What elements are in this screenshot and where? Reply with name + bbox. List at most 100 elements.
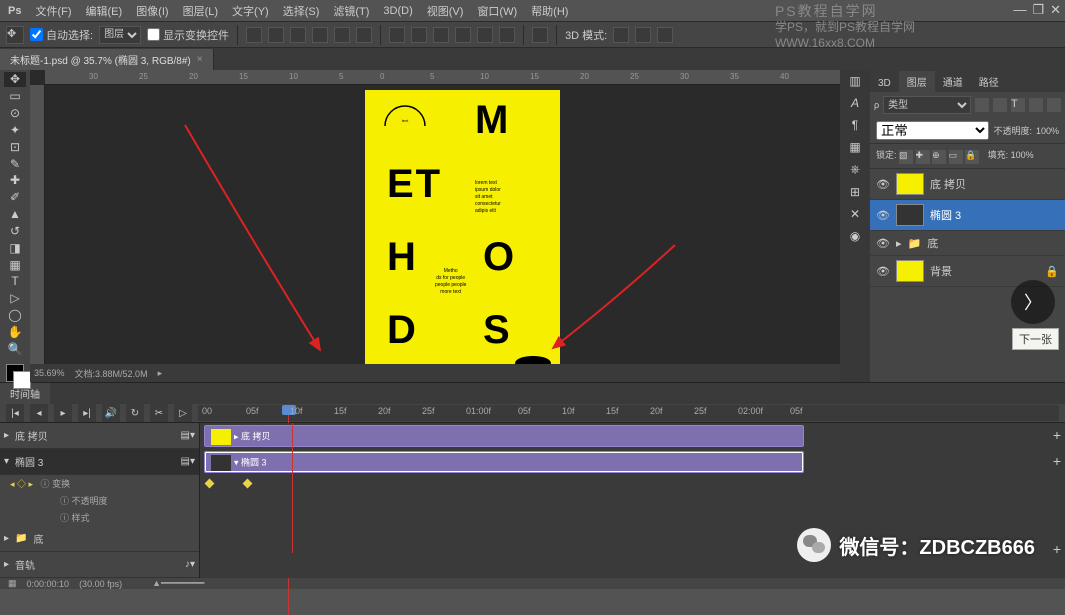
prop-row[interactable]: ◂ ◇ ▸ ⓘ 变换 [0,475,199,492]
menu-3d[interactable]: 3D(D) [383,5,412,17]
distribute-icon[interactable] [411,27,427,43]
show-transform-checkbox[interactable]: 显示变换控件 [147,27,229,43]
mode3d-icon[interactable] [635,27,651,43]
tab-3d[interactable]: 3D [870,75,899,92]
tab-layers[interactable]: 图层 [899,71,935,92]
add-audio-icon[interactable]: + [1053,541,1061,557]
layer-name[interactable]: 底 [927,235,938,251]
prop-row[interactable]: ⓘ 样式 [0,509,199,526]
path-tool[interactable]: ▷ [4,291,26,306]
clip-options-icon[interactable]: ▤▾ [181,456,195,467]
panel-icon[interactable]: ▥ [849,74,860,88]
zoom-tool[interactable]: 🔍 [4,341,26,356]
menu-layer[interactable]: 图层(L) [183,3,218,19]
minimize-icon[interactable]: — [1013,2,1026,18]
align-icon[interactable] [268,27,284,43]
auto-select-checkbox[interactable]: 自动选择: [30,27,93,43]
ruler-vertical[interactable] [30,85,45,382]
move-tool[interactable]: ✥ [4,72,26,87]
visibility-icon[interactable]: 👁 [876,178,890,191]
timeline-ruler[interactable]: 00 05f 10f 15f 20f 25f 01:00f 05f 10f 15… [198,405,1059,421]
chevron-down-icon[interactable]: ▾ [4,456,9,467]
align-icon[interactable] [334,27,350,43]
menu-filter[interactable]: 滤镜(T) [333,3,369,19]
menu-select[interactable]: 选择(S) [283,3,320,19]
lasso-tool[interactable]: ⊙ [4,106,26,121]
menu-type[interactable]: 文字(Y) [232,3,269,19]
layer-name[interactable]: 背景 [930,263,952,279]
wand-tool[interactable]: ✦ [4,122,26,137]
timeline-clip[interactable]: ▾ 椭圆 3 [204,451,804,473]
align-icon[interactable] [246,27,262,43]
layer-filter-dropdown[interactable]: 类型 [883,96,971,114]
layer-row[interactable]: 👁 椭圆 3 [870,200,1065,231]
fill-value[interactable]: 100% [1011,150,1034,160]
layer-row[interactable]: 👁 底 拷贝 [870,169,1065,200]
timeline-layer-row[interactable]: ▸ 📁 底 [0,526,199,552]
crop-tool[interactable]: ⊡ [4,139,26,154]
distribute-icon[interactable] [433,27,449,43]
restore-icon[interactable]: ❐ [1032,2,1044,18]
split-button[interactable]: ✂ [150,404,168,422]
file-tab[interactable]: 未标题-1.psd @ 35.7% (椭圆 3, RGB/8#) × [0,49,214,70]
marquee-tool[interactable]: ▭ [4,89,26,104]
filter-icon[interactable] [975,98,989,112]
type-tool[interactable]: T [4,274,26,289]
canvas-area[interactable]: 302520 15105 0510 152025 303540 text M E… [30,70,840,382]
distribute-icon[interactable] [455,27,471,43]
add-clip-icon[interactable]: + [1053,427,1061,443]
menu-file[interactable]: 文件(F) [35,3,71,19]
filter-icon[interactable] [1029,98,1043,112]
keyframe-icon[interactable] [205,479,215,489]
close-icon[interactable]: ✕ [1050,2,1061,18]
distribute-icon[interactable] [389,27,405,43]
move-tool-icon[interactable]: ✥ [6,26,24,44]
lock-icon[interactable]: ▧ [899,150,913,164]
timeline-layer-row[interactable]: ▾ 椭圆 3 ▤▾ [0,449,199,475]
doc-info[interactable]: 文档:3.88M/52.0M [75,367,148,380]
panel-icon[interactable]: ▦ [849,140,860,154]
lock-icon[interactable]: ⊕ [932,150,946,164]
menu-image[interactable]: 图像(I) [136,3,168,19]
color-swatch[interactable] [6,364,24,382]
timeline-tracks[interactable]: ▸ 底 拷贝 + ▾ 椭圆 3 + + [200,423,1065,578]
timeline-clip[interactable]: ▸ 底 拷贝 [204,425,804,447]
prev-frame-button[interactable]: ◂ [30,404,48,422]
heal-tool[interactable]: ✚ [4,173,26,188]
panel-icon[interactable]: ⎈ [850,162,860,177]
tab-channels[interactable]: 通道 [935,71,971,92]
menu-view[interactable]: 视图(V) [427,3,464,19]
zoom-value[interactable]: 35.69% [34,368,65,378]
chevron-right-icon[interactable]: ▸ [4,430,9,441]
distribute-icon[interactable] [499,27,515,43]
transition-button[interactable]: ▷ [174,404,192,422]
arrange-icon[interactable] [532,27,548,43]
auto-select-dropdown[interactable]: 图层 [99,26,141,44]
next-frame-button[interactable]: ▸| [78,404,96,422]
chevron-right-icon[interactable]: ▸ [4,559,9,570]
history-brush-tool[interactable]: ↺ [4,223,26,238]
eraser-tool[interactable]: ◨ [4,240,26,255]
layer-name[interactable]: 椭圆 3 [930,207,961,223]
layer-name[interactable]: 底 拷贝 [930,176,966,192]
chevron-right-icon[interactable]: ▸ [896,237,902,250]
loop-button[interactable]: ↻ [126,404,144,422]
chevron-right-icon[interactable]: ▸ [4,533,9,544]
first-frame-button[interactable]: |◂ [6,404,24,422]
menu-edit[interactable]: 编辑(E) [86,3,123,19]
visibility-icon[interactable]: 👁 [876,265,890,278]
panel-icon[interactable]: ◉ [850,229,860,243]
lock-all-icon[interactable]: 🔒 [965,150,979,164]
blend-mode-dropdown[interactable]: 正常 [876,121,989,140]
mode3d-icon[interactable] [657,27,673,43]
ruler-horizontal[interactable]: 302520 15105 0510 152025 303540 [45,70,840,85]
add-clip-icon[interactable]: + [1053,453,1061,469]
gradient-tool[interactable]: ▦ [4,257,26,272]
menu-help[interactable]: 帮助(H) [531,3,568,19]
audio-options-icon[interactable]: ♪▾ [185,559,195,570]
distribute-icon[interactable] [477,27,493,43]
timeline-layer-row[interactable]: ▸ 底 拷贝 ▤▾ [0,423,199,449]
align-icon[interactable] [290,27,306,43]
tab-paths[interactable]: 路径 [971,71,1007,92]
clip-options-icon[interactable]: ▤▾ [181,430,195,441]
